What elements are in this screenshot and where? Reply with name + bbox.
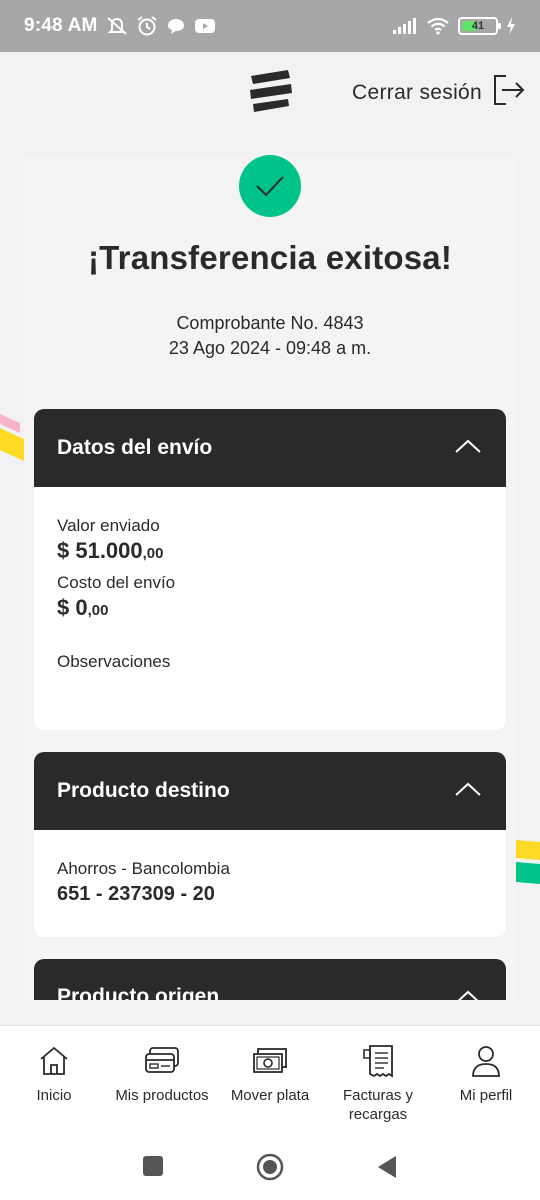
nav-item-home[interactable]: Inicio — [0, 1026, 108, 1135]
nav-item-bills[interactable]: Facturas y recargas — [324, 1026, 432, 1135]
home-button[interactable] — [256, 1153, 284, 1186]
app-header: Cerrar sesión — [0, 52, 540, 132]
shipping-details-title: Datos del envío — [57, 436, 213, 459]
system-navigation-bar — [0, 1135, 540, 1200]
logout-label: Cerrar sesión — [352, 80, 482, 104]
notes-label: Observaciones — [57, 652, 171, 671]
bancolombia-logo-icon — [248, 68, 294, 112]
origin-product-card: Producto origen — [34, 959, 506, 1000]
alarm-icon — [136, 15, 158, 37]
youtube-icon — [194, 18, 216, 34]
success-check-icon — [239, 155, 301, 217]
receipt-date: 23 Ago 2024 - 09:48 a m. — [168, 338, 372, 358]
cards-icon — [144, 1044, 180, 1078]
battery-indicator: 41 — [458, 17, 501, 35]
nav-item-products[interactable]: Mis productos — [108, 1026, 216, 1135]
status-time: 9:48 AM — [24, 15, 98, 36]
charging-icon — [506, 17, 516, 35]
nav-item-move-money[interactable]: Mover plata — [216, 1026, 324, 1135]
user-icon — [470, 1044, 502, 1078]
nav-label: Mover plata — [230, 1087, 310, 1104]
bill-icon — [362, 1044, 394, 1078]
wifi-icon — [426, 17, 450, 35]
home-icon — [38, 1044, 70, 1078]
chevron-up-icon — [454, 438, 482, 459]
nav-item-profile[interactable]: Mi perfil — [432, 1026, 540, 1135]
success-title: ¡Transferencia exitosa! — [87, 239, 453, 276]
chat-icon — [166, 17, 186, 35]
amount-value: $ 51.000,00 — [57, 538, 164, 563]
receipt-panel: ¡Transferencia exitosa! Comprobante No. … — [24, 155, 516, 1000]
amount-label: Valor enviado — [57, 516, 160, 535]
account-type: Ahorros - Bancolombia — [57, 859, 230, 878]
shipping-details-card: Datos del envío Valor enviado $ 51.000,0… — [34, 409, 506, 730]
origin-product-header[interactable]: Producto origen — [34, 959, 506, 1000]
origin-product-title: Producto origen — [57, 985, 220, 1000]
money-icon — [252, 1044, 288, 1078]
chevron-up-icon — [454, 989, 482, 1000]
account-number: 651 - 237309 - 20 — [57, 883, 215, 905]
decorative-stripe-right — [516, 838, 540, 886]
recent-apps-button[interactable] — [142, 1155, 164, 1182]
status-bar: 9:48 AM 41 — [0, 0, 540, 52]
receipt-number: Comprobante No. 4843 — [176, 313, 364, 333]
destination-product-card: Producto destino Ahorros - Bancolombia 6… — [34, 752, 506, 937]
nav-label: Mis productos — [115, 1087, 209, 1104]
destination-product-title: Producto destino — [57, 779, 230, 802]
fee-label: Costo del envío — [57, 573, 176, 592]
signal-icon — [392, 17, 418, 35]
nav-label: Mi perfil — [459, 1087, 513, 1104]
bottom-navigation: Inicio Mis productos Mover plata Factura… — [0, 1025, 540, 1135]
chevron-up-icon — [454, 781, 482, 802]
logout-icon — [492, 74, 526, 111]
destination-product-header[interactable]: Producto destino — [34, 752, 506, 830]
fee-value: $ 0,00 — [57, 595, 109, 620]
nav-label: Facturas y recargas — [342, 1087, 414, 1123]
logout-button[interactable]: Cerrar sesión — [352, 74, 526, 111]
mute-icon — [106, 16, 128, 36]
nav-label: Inicio — [36, 1087, 72, 1104]
back-button[interactable] — [376, 1155, 398, 1184]
shipping-details-header[interactable]: Datos del envío — [34, 409, 506, 487]
